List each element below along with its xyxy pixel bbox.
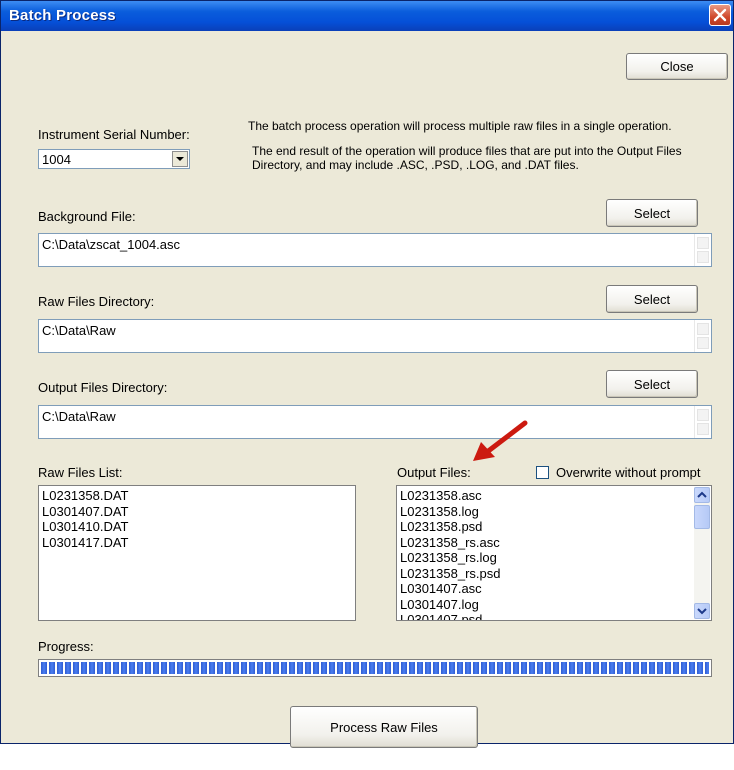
list-item[interactable]: L0301407.DAT (42, 504, 352, 520)
close-button[interactable]: Close (626, 53, 728, 80)
raw-files-directory-field[interactable]: C:\Data\Raw (38, 319, 712, 353)
description-line-2b: Directory, and may include .ASC, .PSD, .… (252, 158, 579, 172)
batch-process-window: Batch Process Close The batch process op… (0, 0, 734, 748)
instrument-serial-label: Instrument Serial Number: (38, 127, 190, 142)
progress-label: Progress: (38, 639, 94, 654)
list-item[interactable]: L0301410.DAT (42, 519, 352, 535)
instrument-serial-value: 1004 (42, 152, 71, 167)
list-item[interactable]: L0231358_rs.log (400, 550, 691, 566)
list-item[interactable]: L0301407.asc (400, 581, 691, 597)
window-close-button[interactable] (709, 4, 731, 26)
background-file-value: C:\Data\zscat_1004.asc (42, 237, 181, 252)
select-output-directory-button[interactable]: Select (606, 370, 698, 398)
progress-fill (41, 662, 709, 674)
chevron-down-icon (697, 608, 707, 615)
list-item[interactable]: L0301407.log (400, 597, 691, 613)
field-scrollbar (694, 320, 711, 352)
background-file-label: Background File: (38, 209, 136, 224)
raw-files-directory-label: Raw Files Directory: (38, 294, 155, 309)
description-line-1: The batch process operation will process… (248, 119, 672, 133)
list-item[interactable]: L0231358.log (400, 504, 691, 520)
list-item[interactable]: L0231358_rs.asc (400, 535, 691, 551)
list-item[interactable]: L0301417.DAT (42, 535, 352, 551)
chevron-down-icon (176, 157, 184, 161)
title-bar[interactable]: Batch Process (1, 1, 733, 31)
output-files-directory-field[interactable]: C:\Data\Raw (38, 405, 712, 439)
window-title: Batch Process (9, 7, 116, 24)
scroll-thumb[interactable] (694, 505, 710, 529)
select-raw-directory-button[interactable]: Select (606, 285, 698, 313)
chevron-up-icon (697, 491, 707, 498)
close-icon (713, 8, 727, 22)
overwrite-label: Overwrite without prompt (556, 465, 701, 480)
field-scrollbar (694, 234, 711, 266)
output-files-scrollbar[interactable] (694, 487, 710, 619)
list-item[interactable]: L0231358_rs.psd (400, 566, 691, 582)
output-files-listbox[interactable]: L0231358.asc L0231358.log L0231358.psd L… (396, 485, 712, 621)
scroll-up-button[interactable] (694, 487, 710, 503)
dropdown-button[interactable] (172, 151, 188, 167)
raw-files-listbox[interactable]: L0231358.DAT L0301407.DAT L0301410.DAT L… (38, 485, 356, 621)
output-files-directory-value: C:\Data\Raw (42, 409, 116, 424)
scroll-down-button[interactable] (694, 603, 710, 619)
list-item[interactable]: L0231358.asc (400, 488, 691, 504)
process-raw-files-button[interactable]: Process Raw Files (290, 706, 478, 748)
raw-files-list-label: Raw Files List: (38, 465, 123, 480)
background-file-field[interactable]: C:\Data\zscat_1004.asc (38, 233, 712, 267)
output-files-directory-label: Output Files Directory: (38, 380, 168, 395)
list-item[interactable]: L0231358.DAT (42, 488, 352, 504)
list-item[interactable]: L0231358.psd (400, 519, 691, 535)
field-scrollbar (694, 406, 711, 438)
output-files-label: Output Files: (397, 465, 471, 480)
instrument-serial-select[interactable]: 1004 (38, 149, 190, 169)
annotation-arrow-icon (473, 420, 528, 461)
progress-bar (38, 659, 712, 677)
select-background-file-button[interactable]: Select (606, 199, 698, 227)
raw-files-directory-value: C:\Data\Raw (42, 323, 116, 338)
overwrite-checkbox[interactable] (536, 466, 549, 479)
description-line-2a: The end result of the operation will pro… (252, 144, 682, 158)
list-item[interactable]: L0301407.psd (400, 612, 691, 620)
